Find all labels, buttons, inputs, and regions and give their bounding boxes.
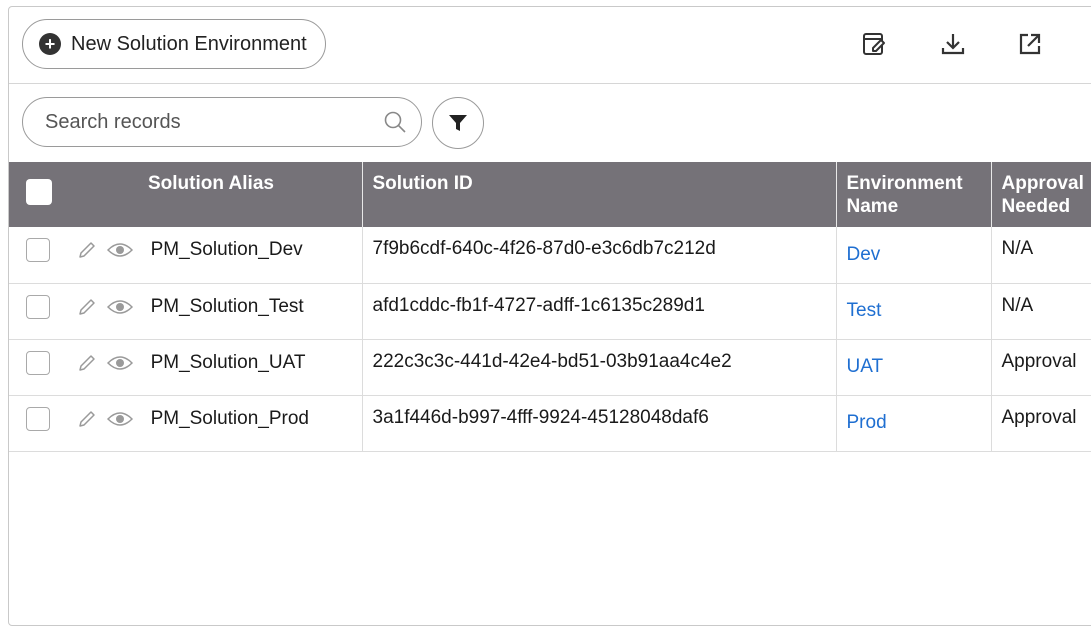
search-input[interactable] <box>43 109 383 135</box>
environment-name-cell: UAT <box>836 339 992 396</box>
table-row: PM_Solution_Prod 3a1f446d-b997-4fff-9924… <box>9 395 1091 452</box>
solution-alias: PM_Solution_Dev <box>150 239 303 260</box>
environment-name-cell: Dev <box>836 227 992 284</box>
eye-icon[interactable] <box>107 353 134 373</box>
pencil-icon[interactable] <box>77 353 97 373</box>
pencil-icon[interactable] <box>77 297 97 317</box>
approval-needed-cell: N/A <box>991 227 1091 284</box>
table-row: PM_Solution_Test afd1cddc-fb1f-4727-adff… <box>9 283 1091 340</box>
toolbar: + New Solution Environment <box>9 7 1091 84</box>
table-row: PM_Solution_Dev 7f9b6cdf-640c-4f26-87d0-… <box>9 227 1091 284</box>
environment-name-cell: Prod <box>836 395 992 452</box>
environment-name-cell: Test <box>836 283 992 340</box>
solution-alias: PM_Solution_UAT <box>150 351 306 373</box>
open-external-icon[interactable] <box>1015 29 1045 59</box>
row-checkbox[interactable] <box>26 406 50 431</box>
column-header-solution-alias: Solution Alias <box>9 162 363 227</box>
solution-alias-cell: PM_Solution_Prod <box>9 395 363 452</box>
solution-id-cell: 3a1f446d-b997-4fff-9924-45128048daf6 <box>362 395 837 452</box>
column-header-solution-id: Solution ID <box>362 162 837 227</box>
eye-icon[interactable] <box>107 409 134 429</box>
table-header-row: Solution Alias Solution ID Environment N… <box>9 162 1091 227</box>
approval-needed-cell: Approval <box>991 395 1091 452</box>
search-icon[interactable] <box>383 110 407 134</box>
funnel-icon <box>447 112 469 134</box>
environment-link[interactable]: Dev <box>847 244 881 265</box>
records-table: Solution Alias Solution ID Environment N… <box>9 162 1091 452</box>
column-header-environment-name: Environment Name <box>836 162 992 227</box>
solution-id-cell: afd1cddc-fb1f-4727-adff-1c6135c289d1 <box>362 283 837 340</box>
solution-id-cell: 7f9b6cdf-640c-4f26-87d0-e3c6db7c212d <box>362 227 837 284</box>
plus-circle-icon: + <box>39 33 61 55</box>
environment-link[interactable]: Test <box>847 300 882 321</box>
solution-alias-cell: PM_Solution_UAT <box>9 339 363 396</box>
pencil-icon[interactable] <box>77 240 97 260</box>
column-header-approval-needed: Approval Needed <box>991 162 1091 227</box>
solution-alias-cell: PM_Solution_Test <box>9 283 363 340</box>
row-checkbox[interactable] <box>26 294 50 319</box>
solution-alias: PM_Solution_Test <box>150 295 304 317</box>
environment-link[interactable]: Prod <box>847 412 887 433</box>
environment-link[interactable]: UAT <box>847 356 884 377</box>
new-button-label: New Solution Environment <box>71 32 307 55</box>
select-all-checkbox[interactable] <box>26 179 52 205</box>
table-row: PM_Solution_UAT 222c3c3c-441d-42e4-bd51-… <box>9 339 1091 396</box>
approval-needed-cell: N/A <box>991 283 1091 340</box>
solution-id-cell: 222c3c3c-441d-42e4-bd51-03b91aa4c4e2 <box>362 339 837 396</box>
eye-icon[interactable] <box>107 240 134 260</box>
download-icon[interactable] <box>938 29 968 59</box>
edit-note-icon[interactable] <box>859 29 889 59</box>
pencil-icon[interactable] <box>77 409 97 429</box>
solution-alias: PM_Solution_Prod <box>150 407 309 429</box>
records-panel: + New Solution Environment Search record… <box>8 6 1091 626</box>
new-solution-environment-button[interactable]: + New Solution Environment <box>22 19 326 69</box>
row-checkbox[interactable] <box>26 238 50 262</box>
search-bar <box>22 97 422 147</box>
approval-needed-cell: Approval <box>991 339 1091 396</box>
eye-icon[interactable] <box>107 297 134 317</box>
column-header-label: Solution Alias <box>148 173 274 194</box>
filter-button[interactable] <box>432 97 484 149</box>
row-checkbox[interactable] <box>26 350 50 375</box>
solution-alias-cell: PM_Solution_Dev <box>9 227 363 284</box>
